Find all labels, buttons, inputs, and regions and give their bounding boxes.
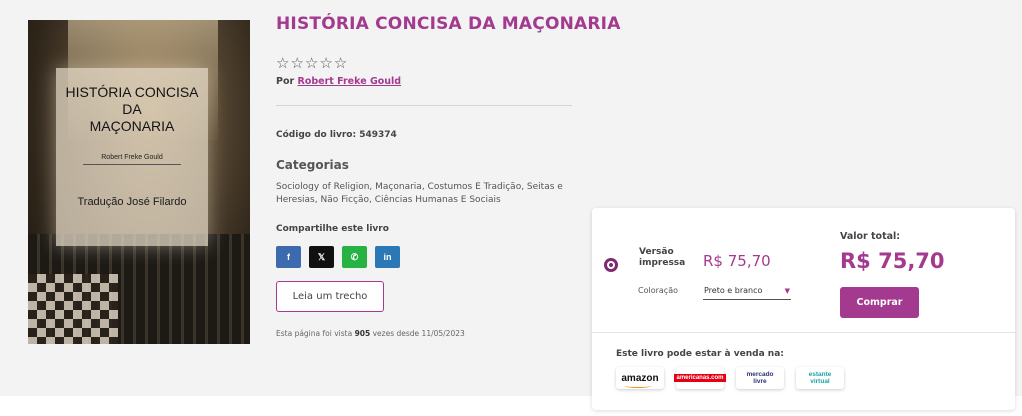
whatsapp-icon: ✆: [350, 251, 359, 262]
views-count: 905: [354, 329, 371, 338]
stores-heading: Este livro pode estar à venda na:: [616, 349, 784, 359]
color-select-value: Preto e branco: [704, 286, 763, 295]
cover-rule: [83, 164, 181, 165]
star-icon[interactable]: ☆: [305, 56, 318, 71]
star-icon[interactable]: ☆: [276, 56, 289, 71]
cover-title: HISTÓRIA CONCISA DA MAÇONARIA: [65, 84, 199, 134]
store-list: amazon americanas.com mercado livre esta…: [616, 367, 844, 389]
share-heading: Compartilhe este livro: [276, 224, 389, 234]
rating-stars[interactable]: ☆ ☆ ☆ ☆ ☆: [276, 56, 347, 71]
color-label: Coloração: [638, 286, 678, 295]
facebook-icon: f: [287, 252, 290, 262]
categories-heading: Categorias: [276, 158, 349, 172]
purchase-card: Versão impressa R$ 75,70 Coloração Preto…: [592, 208, 1015, 410]
author-prefix: Por: [276, 76, 295, 87]
linkedin-icon: in: [383, 252, 392, 262]
star-icon[interactable]: ☆: [334, 56, 347, 71]
card-divider: [592, 332, 1015, 333]
version-price: R$ 75,70: [703, 252, 771, 270]
cover-translation: Tradução José Filardo: [77, 196, 187, 208]
total-price: R$ 75,70: [840, 249, 945, 273]
book-title: HISTÓRIA CONCISA DA MAÇONARIA: [276, 14, 621, 34]
total-label: Valor total:: [840, 231, 901, 242]
cover-author: Robert Freke Gould: [101, 154, 163, 161]
facebook-share-button[interactable]: f: [276, 246, 301, 268]
author-link[interactable]: Robert Freke Gould: [298, 76, 402, 87]
buy-button[interactable]: Comprar: [840, 287, 919, 318]
americanas-logo: americanas.com: [674, 374, 726, 382]
store-americanas[interactable]: americanas.com: [674, 367, 726, 389]
caret-down-icon: ▼: [784, 286, 790, 295]
mercado-livre-logo: mercado livre: [746, 371, 774, 385]
linkedin-share-button[interactable]: in: [375, 246, 400, 268]
whatsapp-share-button[interactable]: ✆: [342, 246, 367, 268]
categories-list: Sociology of Religion, Maçonaria, Costum…: [276, 182, 563, 205]
star-icon[interactable]: ☆: [290, 56, 303, 71]
x-share-button[interactable]: 𝕏: [309, 246, 334, 268]
store-mercado-livre[interactable]: mercado livre: [736, 367, 784, 389]
book-cover: HISTÓRIA CONCISA DA MAÇONARIA Robert Fre…: [28, 20, 250, 344]
share-buttons: f 𝕏 ✆ in: [276, 246, 400, 268]
star-icon[interactable]: ☆: [319, 56, 332, 71]
x-icon: 𝕏: [317, 251, 326, 262]
color-select[interactable]: Preto e branco ▼: [703, 282, 791, 300]
amazon-logo: amazon: [621, 373, 659, 388]
author-line: Por Robert Freke Gould: [276, 76, 401, 87]
divider: [276, 105, 572, 106]
store-amazon[interactable]: amazon: [616, 367, 664, 389]
store-estante-virtual[interactable]: estante virtual: [796, 367, 844, 389]
book-code: Código do livro: 549374: [276, 130, 397, 140]
estante-virtual-logo: estante virtual: [808, 371, 832, 385]
cover-checkered-floor: [28, 274, 118, 344]
read-excerpt-button[interactable]: Leia um trecho: [276, 281, 384, 312]
page-views: Esta página foi vista 905 vezes desde 11…: [276, 329, 465, 338]
version-radio[interactable]: [604, 258, 618, 272]
version-label: Versão impressa: [639, 247, 686, 268]
